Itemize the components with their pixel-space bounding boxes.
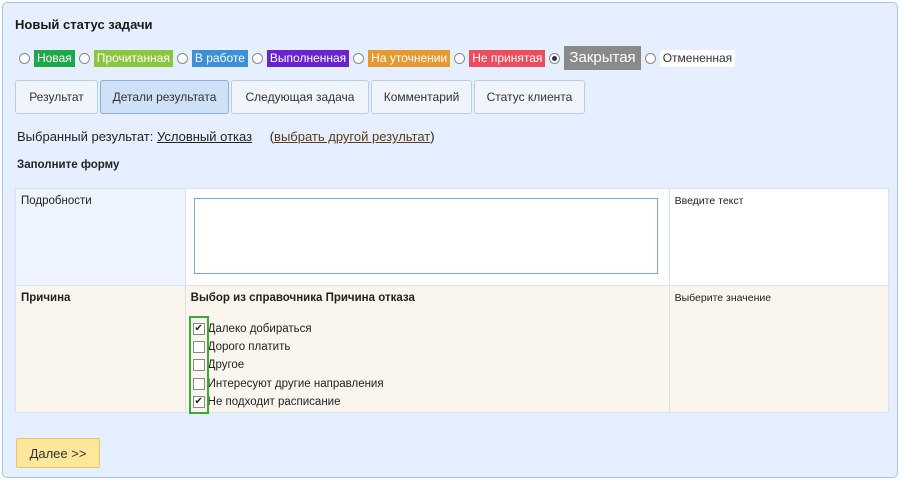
selected-result-link[interactable]: Условный отказ (157, 129, 252, 144)
checkbox-other[interactable] (192, 359, 205, 372)
tab-bar: Результат Детали результата Следующая за… (15, 80, 587, 114)
status-radio-done[interactable] (251, 52, 263, 64)
tab-result-details[interactable]: Детали результата (100, 80, 229, 114)
details-row: Подробности Введите текст (15, 188, 890, 286)
status-badge-new[interactable]: Новая (34, 49, 75, 67)
details-label: Подробности (21, 195, 92, 207)
status-badge-in-progress[interactable]: В работе (191, 49, 248, 67)
option-label: Дорого платить (207, 341, 291, 354)
status-badge-cancelled[interactable]: Отмененная (659, 49, 736, 67)
tab-comment[interactable]: Комментарий (371, 80, 472, 114)
details-textarea[interactable] (193, 198, 658, 274)
status-radio-clarifying[interactable] (353, 52, 365, 64)
status-badge-rejected[interactable]: Не принятая (469, 49, 546, 67)
status-radio-cancelled[interactable] (644, 52, 656, 64)
checkbox-too-expensive[interactable] (192, 341, 205, 354)
tab-result[interactable]: Результат (15, 80, 98, 114)
selected-result-prefix: Выбранный результат: (17, 129, 154, 144)
task-status-panel: Новый статус задачи Новая Прочитанная В … (2, 2, 898, 478)
reason-row: Причина Выбор из справочника Причина отк… (15, 285, 890, 414)
status-radio-new[interactable] (19, 52, 30, 64)
reason-option[interactable]: ✔ Далеко добираться (191, 320, 669, 338)
status-radio-in-progress[interactable] (176, 52, 188, 64)
next-button[interactable]: Далее >> (16, 438, 100, 468)
status-radio-rejected[interactable] (454, 52, 466, 64)
tab-client-status[interactable]: Статус клиента (474, 80, 585, 114)
reason-directory-title: Выбор из справочника Причина отказа (190, 292, 415, 304)
checkbox-far-to-travel[interactable]: ✔ (192, 323, 205, 336)
details-hint: Введите текст (674, 195, 744, 207)
tab-next-task[interactable]: Следующая задача (231, 80, 369, 114)
status-badge-clarifying[interactable]: На уточнении (368, 49, 451, 67)
checkbox-other-directions[interactable] (192, 377, 205, 390)
change-result-link[interactable]: выбрать другой результат (274, 129, 430, 144)
form-heading: Заполните форму (17, 159, 120, 171)
reason-checkbox-group: ✔ Далеко добираться Дорого платить Другое… (188, 316, 669, 414)
result-form: Подробности Введите текст Причина Выбор … (15, 188, 890, 414)
selected-result-line: Выбранный результат: Условный отказ (выб… (17, 129, 435, 144)
page-title: Новый статус задачи (15, 17, 153, 32)
status-radio-closed[interactable] (549, 52, 561, 64)
reason-label: Причина (21, 292, 71, 304)
option-label: Интересуют другие направления (207, 377, 384, 390)
status-badge-closed[interactable]: Закрытая (564, 46, 641, 70)
reason-option[interactable]: Дорого платить (191, 338, 669, 356)
status-radio-read[interactable] (78, 52, 90, 64)
checkbox-schedule[interactable]: ✔ (192, 395, 205, 408)
reason-option[interactable]: Другое (191, 356, 669, 374)
paren-close: ) (430, 129, 435, 144)
option-label: Не подходит расписание (207, 395, 341, 408)
option-label: Другое (207, 359, 245, 372)
option-label: Далеко добираться (207, 323, 312, 336)
status-selector: Новая Прочитанная В работе Выполненная Н… (15, 46, 736, 70)
status-badge-done[interactable]: Выполненная (266, 49, 350, 67)
status-badge-read[interactable]: Прочитанная (93, 49, 173, 67)
reason-hint: Выберите значение (674, 292, 772, 304)
reason-option[interactable]: ✔ Не подходит расписание (191, 393, 669, 411)
reason-option[interactable]: Интересуют другие направления (191, 375, 669, 393)
